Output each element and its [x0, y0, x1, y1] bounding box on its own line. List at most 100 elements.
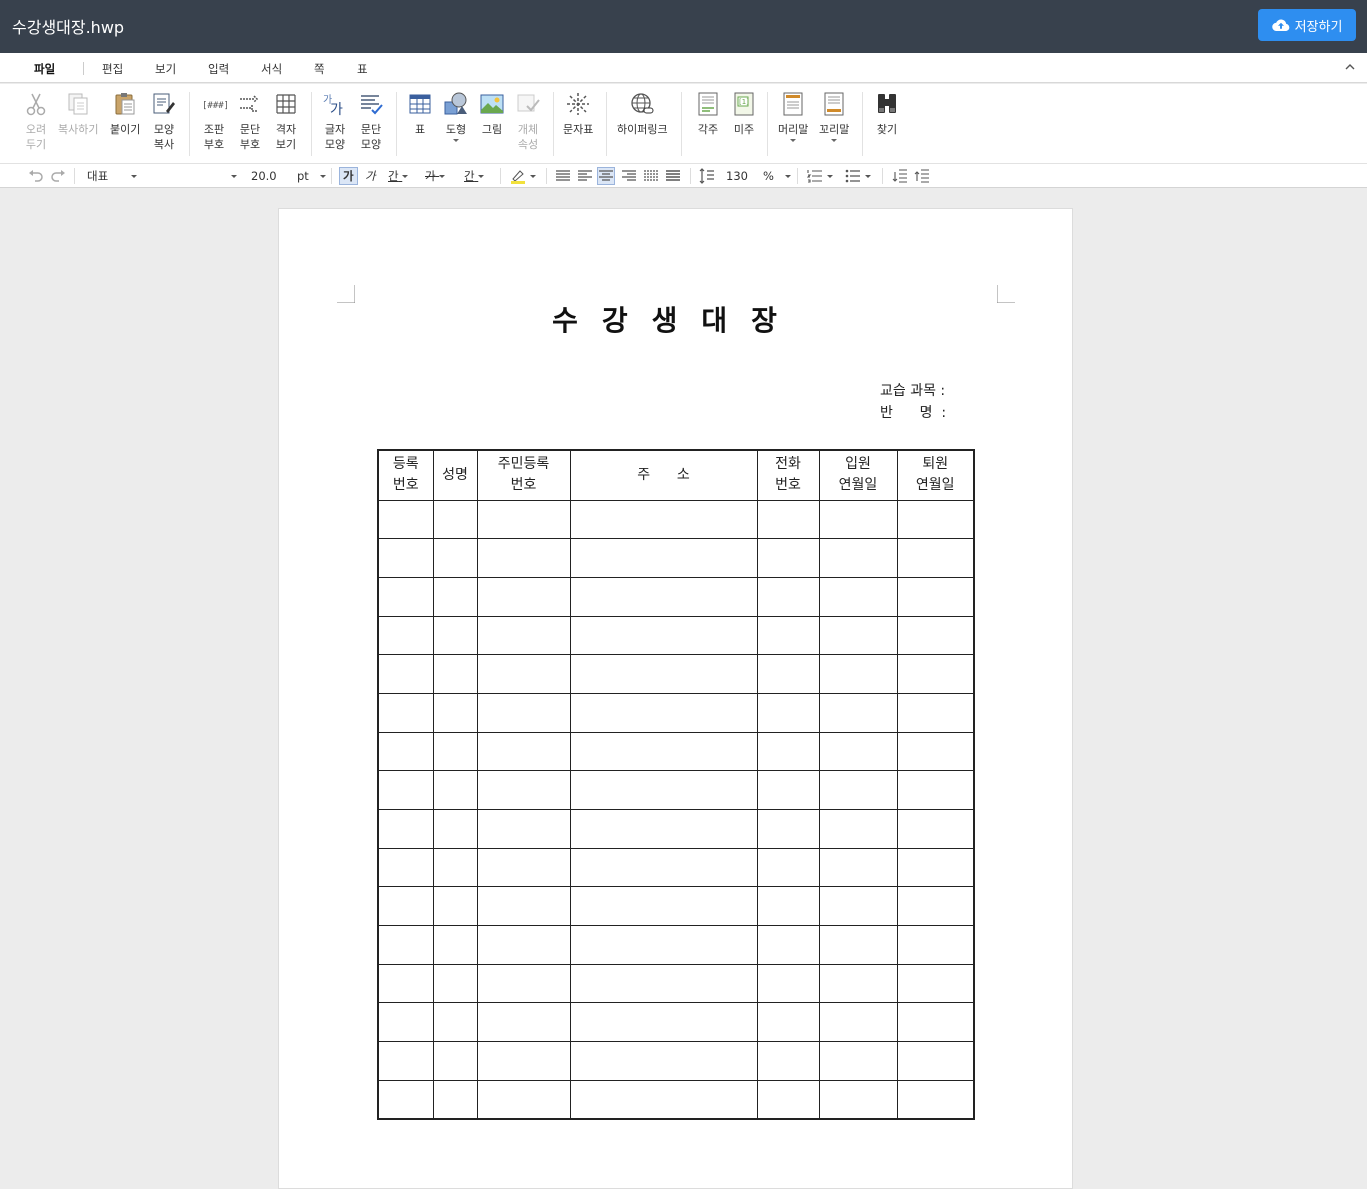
align-left-button[interactable]: [577, 167, 593, 185]
table-cell[interactable]: [896, 925, 975, 965]
table-cell[interactable]: [818, 615, 898, 656]
copy-button[interactable]: 복사하기: [58, 90, 98, 137]
table-cell[interactable]: [432, 576, 478, 617]
table-cell[interactable]: [818, 731, 898, 772]
table-cell[interactable]: [818, 963, 898, 1004]
table-cell[interactable]: [896, 499, 975, 540]
tab-view[interactable]: 보기: [155, 61, 176, 77]
table-cell[interactable]: [476, 576, 571, 617]
align-justify-button[interactable]: [555, 167, 571, 185]
table-cell[interactable]: [476, 499, 571, 540]
table-cell[interactable]: [756, 1002, 820, 1043]
table-cell[interactable]: [569, 576, 758, 617]
table-cell[interactable]: [756, 1041, 820, 1081]
font-color-button[interactable]: 간: [464, 167, 485, 185]
table-cell[interactable]: [756, 692, 820, 733]
split-button[interactable]: [665, 167, 681, 185]
symbols-button[interactable]: 문자표: [563, 90, 593, 137]
table-cell[interactable]: [377, 654, 434, 694]
picture-button[interactable]: 그림: [478, 90, 506, 137]
table-cell[interactable]: [476, 1041, 571, 1081]
hyperlink-button[interactable]: 하이퍼링크: [617, 90, 668, 137]
underline-button[interactable]: 간: [388, 167, 409, 185]
table-cell[interactable]: [476, 925, 571, 965]
para-mark-button[interactable]: 문단 부호: [236, 90, 264, 152]
table-cell[interactable]: [476, 963, 571, 1004]
find-button[interactable]: 찾기: [873, 90, 901, 137]
table-cell[interactable]: [896, 963, 975, 1004]
table-cell[interactable]: [377, 847, 434, 888]
table-cell[interactable]: [377, 538, 434, 578]
table-cell[interactable]: [569, 1079, 758, 1120]
redo-button[interactable]: [50, 167, 66, 185]
tab-format[interactable]: 서식: [261, 61, 282, 77]
table-cell[interactable]: [476, 847, 571, 888]
table-cell[interactable]: [756, 576, 820, 617]
table-cell[interactable]: [756, 654, 820, 694]
table-cell[interactable]: [818, 809, 898, 849]
table-cell[interactable]: [377, 499, 434, 540]
table-cell[interactable]: [569, 692, 758, 733]
table-cell[interactable]: [896, 692, 975, 733]
table-cell[interactable]: [377, 1041, 434, 1081]
collapse-ribbon-icon[interactable]: [1345, 62, 1355, 72]
save-button[interactable]: 저장하기: [1258, 9, 1356, 41]
table-cell[interactable]: [432, 731, 478, 772]
table-cell[interactable]: [432, 809, 478, 849]
header-button[interactable]: 머리말: [778, 90, 808, 142]
line-spacing-input[interactable]: 130: [726, 167, 748, 185]
table-cell[interactable]: [476, 731, 571, 772]
table-cell[interactable]: [432, 615, 478, 656]
table-cell[interactable]: [756, 925, 820, 965]
strikethrough-button[interactable]: 가: [425, 167, 446, 185]
table-cell[interactable]: [896, 809, 975, 849]
table-cell[interactable]: [432, 1041, 478, 1081]
table-cell[interactable]: [569, 499, 758, 540]
table-cell[interactable]: [896, 1002, 975, 1043]
table-cell[interactable]: [377, 925, 434, 965]
indent-button[interactable]: [892, 167, 908, 185]
table-cell[interactable]: [476, 692, 571, 733]
cut-button[interactable]: 오려 두기: [22, 90, 50, 152]
table-cell[interactable]: [818, 925, 898, 965]
tab-insert[interactable]: 입력: [208, 61, 229, 77]
table-cell[interactable]: [818, 692, 898, 733]
table-cell[interactable]: [377, 770, 434, 810]
table-cell[interactable]: [569, 1002, 758, 1043]
table-cell[interactable]: [432, 886, 478, 927]
table-cell[interactable]: [476, 538, 571, 578]
table-cell[interactable]: [432, 654, 478, 694]
table-cell[interactable]: [569, 731, 758, 772]
table-cell[interactable]: [377, 886, 434, 927]
style-dropdown-icon[interactable]: [131, 167, 137, 185]
table-cell[interactable]: [569, 654, 758, 694]
table-cell[interactable]: [377, 1002, 434, 1043]
table-cell[interactable]: [569, 770, 758, 810]
table-cell[interactable]: [896, 886, 975, 927]
table-cell[interactable]: [432, 538, 478, 578]
table-cell[interactable]: [896, 1041, 975, 1081]
tab-file[interactable]: 파일: [34, 61, 55, 77]
table-cell[interactable]: [569, 963, 758, 1004]
grid-view-button[interactable]: 격자 보기: [272, 90, 300, 152]
table-cell[interactable]: [476, 615, 571, 656]
undo-button[interactable]: [28, 167, 44, 185]
table-cell[interactable]: [756, 809, 820, 849]
table-cell[interactable]: [756, 886, 820, 927]
table-cell[interactable]: [377, 963, 434, 1004]
paste-button[interactable]: 붙이기: [110, 90, 140, 137]
table-cell[interactable]: [377, 576, 434, 617]
table-cell[interactable]: [818, 886, 898, 927]
align-right-button[interactable]: [621, 167, 637, 185]
style-select[interactable]: 대표: [87, 167, 108, 185]
bullet-list-button[interactable]: [845, 167, 871, 185]
table-cell[interactable]: [818, 1079, 898, 1120]
table-cell[interactable]: [756, 499, 820, 540]
italic-button[interactable]: 가: [365, 167, 376, 185]
markup-button[interactable]: [###] 조판 부호: [200, 90, 228, 152]
table-cell[interactable]: [756, 847, 820, 888]
table-cell[interactable]: [432, 1079, 478, 1120]
table-cell[interactable]: [432, 770, 478, 810]
char-shape-button[interactable]: 가가 글자 모양: [321, 90, 349, 152]
endnote-button[interactable]: [1] 미주: [730, 90, 758, 137]
